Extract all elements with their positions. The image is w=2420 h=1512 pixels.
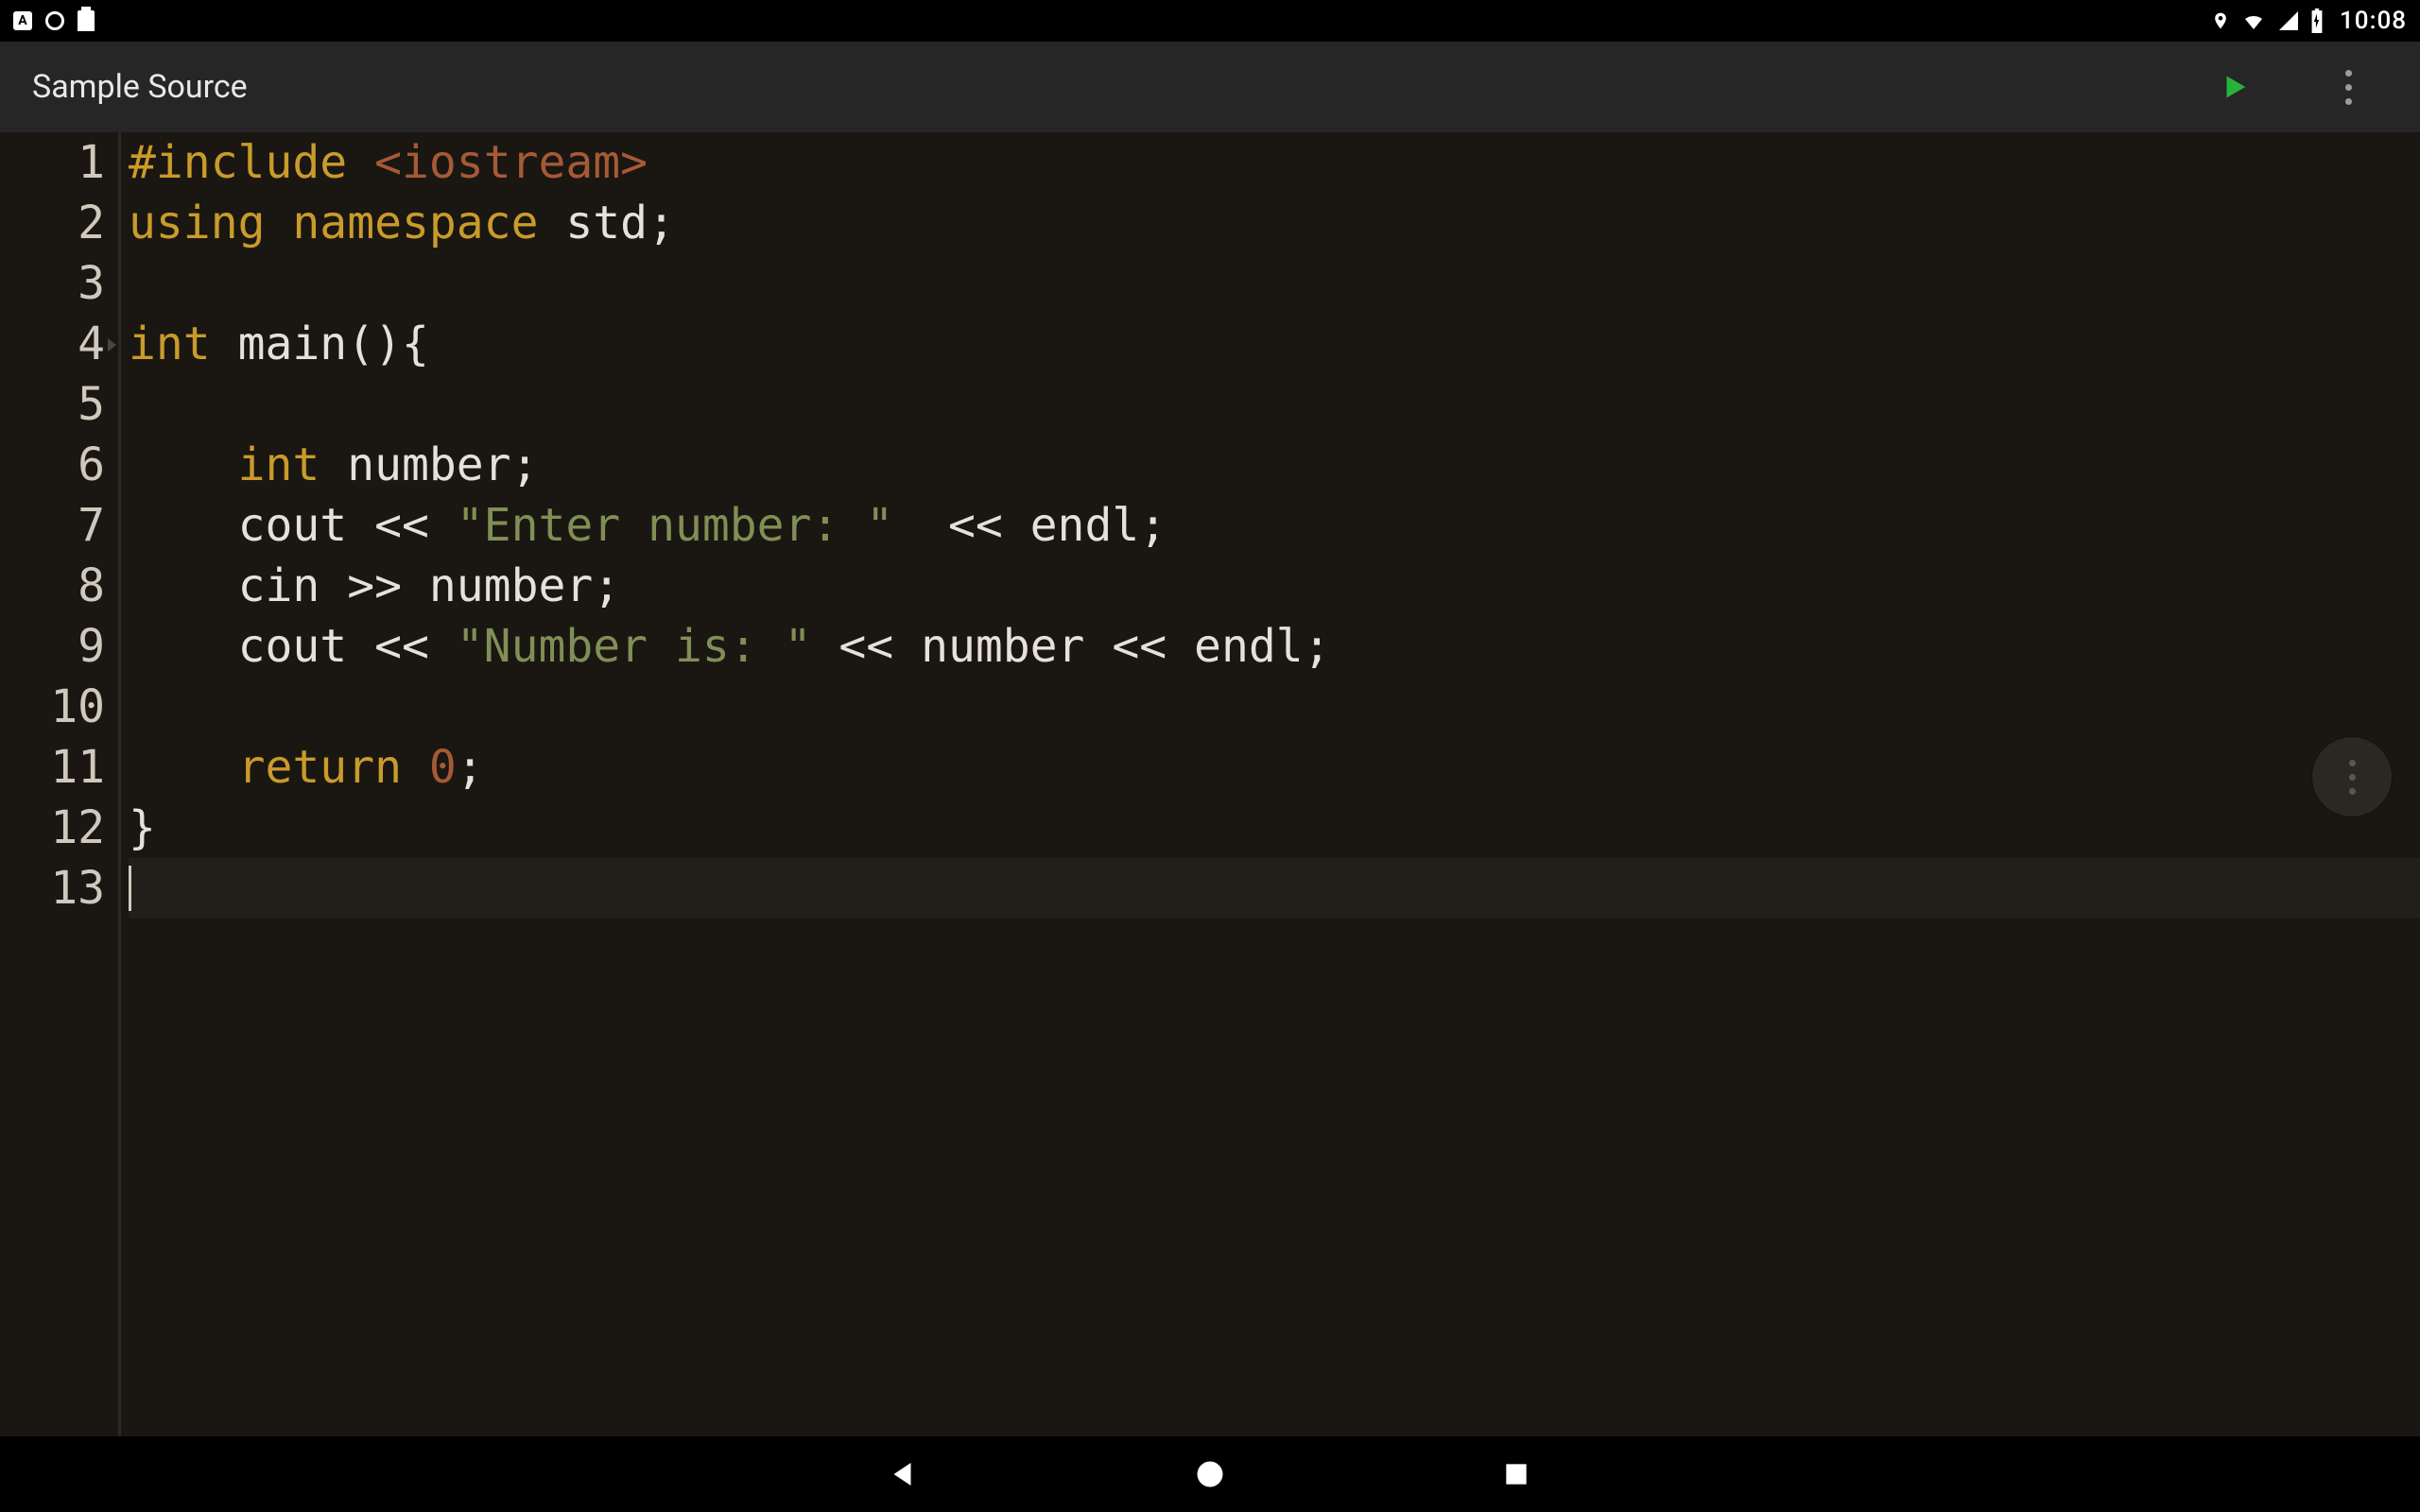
token: "Enter number: "	[457, 499, 893, 552]
token: ;	[593, 559, 620, 612]
token: std	[565, 197, 648, 249]
line-number: 6	[0, 435, 105, 495]
overflow-menu-button[interactable]	[2329, 68, 2367, 106]
editor-code-area[interactable]: #include <iostream>using namespace std;i…	[121, 132, 2420, 1436]
token: cout <<	[129, 620, 457, 673]
code-line[interactable]: }	[129, 798, 2420, 858]
nav-home-button[interactable]	[1189, 1453, 1231, 1495]
editor-gutter: 12345678910111213	[0, 132, 121, 1436]
code-line[interactable]: int main(){	[129, 314, 2420, 374]
code-line[interactable]: cout << "Number is: " << number << endl;	[129, 616, 2420, 677]
code-line[interactable]: cout << "Enter number: " << endl;	[129, 495, 2420, 556]
line-number: 3	[0, 253, 105, 314]
code-editor[interactable]: 12345678910111213 #include <iostream>usi…	[0, 132, 2420, 1436]
nav-recent-button[interactable]	[1495, 1453, 1537, 1495]
fold-marker-icon[interactable]	[108, 338, 116, 352]
action-bar-buttons	[2216, 68, 2388, 106]
line-number: 8	[0, 556, 105, 616]
more-vert-icon	[2349, 760, 2356, 795]
status-clock: 10:08	[2340, 7, 2407, 35]
token: namespace	[292, 197, 565, 249]
line-number: 9	[0, 616, 105, 677]
code-line[interactable]	[129, 858, 2420, 919]
token: << endl	[893, 499, 1139, 552]
token: return	[238, 741, 429, 794]
token	[129, 741, 238, 794]
code-line[interactable]: int number;	[129, 435, 2420, 495]
token: ;	[1304, 620, 1331, 673]
text-cursor	[129, 866, 131, 911]
nav-back-button[interactable]	[883, 1453, 925, 1495]
token	[129, 438, 238, 491]
line-number: 5	[0, 374, 105, 435]
triangle-back-icon	[887, 1457, 921, 1491]
app-action-bar: Sample Source	[0, 42, 2420, 132]
line-number: 10	[0, 677, 105, 737]
token: main(){	[238, 318, 429, 370]
line-number: 4	[0, 314, 105, 374]
token: int	[129, 318, 238, 370]
token: #include	[129, 136, 374, 189]
code-line[interactable]: cin >> number;	[129, 556, 2420, 616]
token: }	[129, 801, 156, 854]
code-line[interactable]: using namespace std;	[129, 193, 2420, 253]
token: int	[238, 438, 348, 491]
android-nav-bar	[0, 1436, 2420, 1512]
token: ;	[1139, 499, 1167, 552]
line-number: 13	[0, 858, 105, 919]
sdcard-icon	[78, 10, 95, 31]
token: cout <<	[129, 499, 457, 552]
keyboard-icon: A	[13, 11, 32, 30]
square-recent-icon	[1501, 1459, 1531, 1489]
more-vert-icon	[2345, 70, 2352, 105]
code-line[interactable]: return 0;	[129, 737, 2420, 798]
token: using	[129, 197, 292, 249]
location-icon	[2211, 9, 2230, 33]
line-number: 12	[0, 798, 105, 858]
android-status-bar: A 10:08	[0, 0, 2420, 42]
code-line[interactable]	[129, 374, 2420, 435]
status-bar-left: A	[13, 10, 95, 31]
token: << number << endl	[811, 620, 1303, 673]
token: ;	[457, 741, 484, 794]
line-number: 11	[0, 737, 105, 798]
signal-icon	[2277, 9, 2300, 32]
token: 0	[429, 741, 457, 794]
status-bar-right: 10:08	[2211, 7, 2407, 35]
token: <iostream>	[374, 136, 648, 189]
code-line[interactable]	[129, 253, 2420, 314]
token: number	[347, 438, 510, 491]
page-title: Sample Source	[32, 68, 248, 106]
editor-floating-menu-button[interactable]	[2312, 737, 2392, 816]
circle-home-icon	[1193, 1457, 1227, 1491]
battery-charging-icon	[2309, 9, 2325, 33]
token: ;	[511, 438, 539, 491]
play-icon	[2219, 71, 2251, 103]
line-number: 7	[0, 495, 105, 556]
line-number: 1	[0, 132, 105, 193]
line-number: 2	[0, 193, 105, 253]
code-line[interactable]: #include <iostream>	[129, 132, 2420, 193]
circle-icon	[45, 11, 64, 30]
token: ;	[648, 197, 675, 249]
wifi-icon	[2239, 9, 2268, 32]
run-button[interactable]	[2216, 68, 2254, 106]
token: cin >> number	[129, 559, 593, 612]
code-line[interactable]	[129, 677, 2420, 737]
token: "Number is: "	[457, 620, 812, 673]
